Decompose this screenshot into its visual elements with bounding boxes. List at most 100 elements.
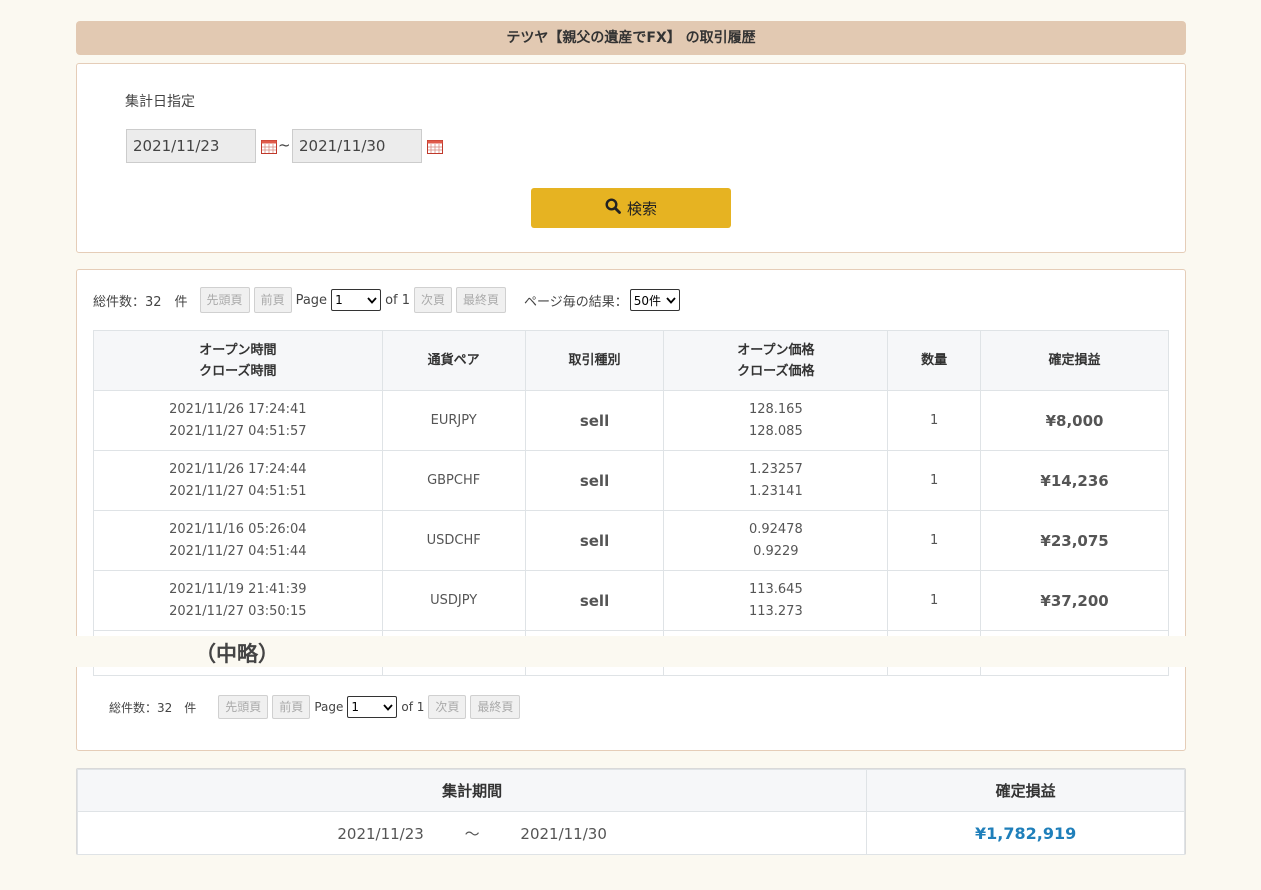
- time-cell: 2021/11/26 17:24:44 2021/11/27 04:51:51: [93, 450, 383, 511]
- open-time: 2021/11/26 17:24:41: [169, 401, 307, 417]
- close-price: 113.273: [748, 603, 803, 619]
- summary-table-wrap: 集計期間 確定損益 2021/11/23 〜 2021/11/30 ¥1,782…: [76, 768, 1186, 855]
- calendar-icon[interactable]: [261, 139, 277, 154]
- pager-top: 総件数：32 件 先頭頁 前頁 Page 1 of 1 次頁 最終頁 ページ毎の…: [93, 287, 684, 313]
- table-row: 2021/11/16 05:26:04 2021/11/27 04:51:44 U…: [93, 510, 1169, 571]
- chevron-down-icon: [383, 703, 394, 711]
- omitted-label: （中略）: [195, 642, 279, 666]
- search-icon: [605, 198, 621, 218]
- pl-cell: ¥23,075: [980, 510, 1169, 571]
- col-header-open-time: オープン時間: [199, 342, 277, 358]
- pair-cell: GBPCHF: [381, 450, 526, 511]
- trade-type-cell: sell: [524, 510, 665, 571]
- pair-cell: USDJPY: [381, 570, 526, 631]
- results-panel: 総件数：32 件 先頭頁 前頁 Page 1 of 1 次頁 最終頁 ページ毎の…: [76, 269, 1186, 751]
- trade-type-cell: sell: [524, 570, 665, 631]
- pl-cell: ¥8,000: [980, 390, 1169, 451]
- next-page-button[interactable]: 次頁: [414, 287, 453, 313]
- table-row: 2021/11/19 21:41:39 2021/11/27 03:50:15 U…: [93, 570, 1169, 631]
- close-time: 2021/11/27 04:51:51: [169, 483, 307, 499]
- summary-period-to: 2021/11/30: [520, 824, 607, 843]
- open-price: 128.165: [748, 401, 803, 417]
- total-count-bottom: 総件数：32 件: [109, 700, 197, 715]
- close-time: 2021/11/27 04:51:57: [169, 423, 307, 439]
- col-header-qty[interactable]: 数量: [887, 330, 982, 391]
- price-cell: 128.165 128.085: [663, 390, 889, 451]
- per-page-select[interactable]: 50件: [629, 289, 680, 311]
- pair-cell: EURJPY: [381, 390, 526, 451]
- page-title: テツヤ【親父の遺産でFX】 の取引履歴: [76, 21, 1186, 55]
- date-to-input[interactable]: 2021/11/30: [292, 129, 422, 163]
- col-header-price[interactable]: オープン価格 クローズ価格: [663, 330, 889, 391]
- page-select-bottom-value: 1: [351, 700, 360, 714]
- summary-period-from: 2021/11/23: [337, 824, 424, 843]
- col-header-time[interactable]: オープン時間 クローズ時間: [93, 330, 383, 391]
- per-page-label: ページ毎の結果：: [524, 294, 628, 310]
- summary-row: 2021/11/23 〜 2021/11/30 ¥1,782,919: [76, 811, 1185, 855]
- close-price: 0.9229: [753, 543, 799, 559]
- open-price: 1.23257: [748, 461, 803, 477]
- total-count: 総件数：32 件: [93, 294, 188, 310]
- col-header-type[interactable]: 取引種別: [524, 330, 665, 391]
- open-price: 113.645: [748, 581, 803, 597]
- first-page-button[interactable]: 先頭頁: [199, 287, 250, 313]
- pager-bottom: 総件数：32 件 先頭頁 前頁 Page 1 of 1 次頁 最終頁: [109, 695, 524, 719]
- calendar-icon[interactable]: [427, 139, 443, 154]
- close-time: 2021/11/27 04:51:44: [169, 543, 307, 559]
- col-header-pair[interactable]: 通貨ペア: [381, 330, 526, 391]
- col-header-close-time: クローズ時間: [199, 363, 277, 379]
- page-of-label: of 1: [385, 292, 410, 308]
- page-select[interactable]: 1: [331, 289, 382, 311]
- open-time: 2021/11/16 05:26:04: [169, 521, 307, 537]
- last-page-button-bottom[interactable]: 最終頁: [470, 695, 521, 719]
- summary-period-header: 集計期間: [76, 769, 868, 812]
- chevron-down-icon: [666, 296, 676, 304]
- search-panel: 集計日指定 2021/11/23 ~ 2021/11/30 検索: [76, 63, 1186, 253]
- trade-history-table: オープン時間 クローズ時間 通貨ペア 取引種別 オープン価格 クローズ価格 数量…: [93, 330, 1169, 676]
- qty-cell: 1: [887, 450, 982, 511]
- chevron-down-icon: [367, 296, 377, 304]
- page-select-bottom[interactable]: 1: [347, 696, 398, 718]
- trade-type-cell: sell: [524, 390, 665, 451]
- summary-table: 集計期間 確定損益 2021/11/23 〜 2021/11/30 ¥1,782…: [76, 769, 1185, 855]
- time-cell: 2021/11/26 17:24:41 2021/11/27 04:51:57: [93, 390, 383, 451]
- close-price: 128.085: [748, 423, 803, 439]
- table-row: 2021/11/26 17:24:41 2021/11/27 04:51:57 E…: [93, 390, 1169, 451]
- open-time: 2021/11/26 17:24:44: [169, 461, 307, 477]
- summary-period: 2021/11/23 〜 2021/11/30: [76, 811, 868, 855]
- table-row: 2021/11/26 17:24:44 2021/11/27 04:51:51 G…: [93, 450, 1169, 511]
- date-range-label: 集計日指定: [125, 94, 195, 110]
- summary-header-row: 集計期間 確定損益: [76, 769, 1185, 812]
- date-separator: ~: [278, 136, 291, 154]
- summary-total-pl: ¥1,782,919: [866, 811, 1185, 855]
- time-cell: 2021/11/16 05:26:04 2021/11/27 04:51:44: [93, 510, 383, 571]
- search-button[interactable]: 検索: [531, 188, 731, 228]
- summary-period-sep: 〜: [464, 824, 480, 843]
- pair-cell: USDCHF: [381, 510, 526, 571]
- price-cell: 1.23257 1.23141: [663, 450, 889, 511]
- last-page-button[interactable]: 最終頁: [456, 287, 507, 313]
- col-header-pl[interactable]: 確定損益: [980, 330, 1169, 391]
- page-word: Page: [295, 292, 328, 308]
- search-button-label: 検索: [626, 199, 657, 218]
- open-time: 2021/11/19 21:41:39: [169, 581, 307, 597]
- qty-cell: 1: [887, 510, 982, 571]
- open-price: 0.92478: [748, 521, 803, 537]
- prev-page-button[interactable]: 前頁: [253, 287, 292, 313]
- trade-type-cell: sell: [524, 450, 665, 511]
- page-of-label-bottom: of 1: [401, 700, 425, 714]
- close-time: 2021/11/27 03:50:15: [169, 603, 307, 619]
- prev-page-button-bottom[interactable]: 前頁: [272, 695, 311, 719]
- date-from-input[interactable]: 2021/11/23: [126, 129, 256, 163]
- qty-cell: 1: [887, 390, 982, 451]
- next-page-button-bottom[interactable]: 次頁: [428, 695, 467, 719]
- first-page-button-bottom[interactable]: 先頭頁: [218, 695, 269, 719]
- page-word-bottom: Page: [314, 700, 344, 714]
- close-price: 1.23141: [748, 483, 803, 499]
- pl-cell: ¥14,236: [980, 450, 1169, 511]
- qty-cell: 1: [887, 570, 982, 631]
- table-header-row: オープン時間 クローズ時間 通貨ペア 取引種別 オープン価格 クローズ価格 数量…: [93, 330, 1169, 391]
- pl-cell: ¥37,200: [980, 570, 1169, 631]
- col-header-close-price: クローズ価格: [737, 363, 815, 379]
- summary-pl-header: 確定損益: [866, 769, 1185, 812]
